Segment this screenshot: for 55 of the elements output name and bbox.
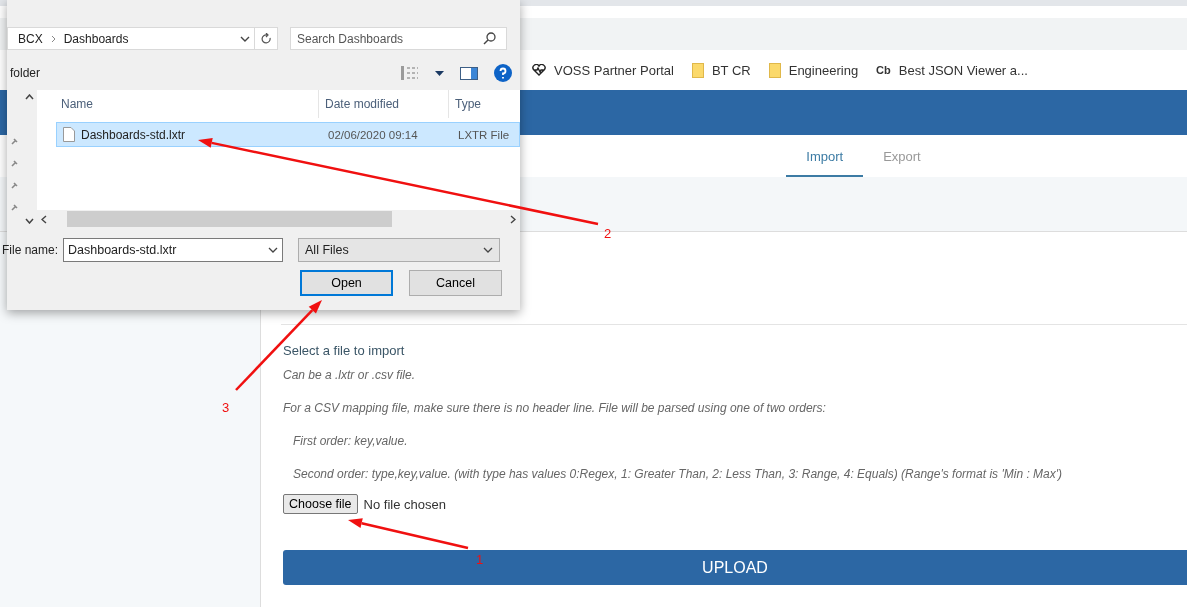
dropdown-icon[interactable] — [435, 70, 444, 76]
column-header[interactable]: Date modified — [319, 90, 449, 118]
help-text: First order: key,value. — [292, 434, 409, 448]
pin-icon — [10, 182, 18, 190]
file-date: 02/06/2020 09:14 — [328, 128, 419, 141]
horizontal-scrollbar[interactable] — [37, 210, 520, 228]
breadcrumb-item[interactable]: BCX — [18, 31, 43, 46]
file-type-dropdown[interactable]: All Files — [298, 238, 501, 262]
annotation-number: 1 — [476, 552, 484, 567]
annotation-number: 3 — [222, 400, 230, 415]
help-text: Second order: type,key,value. (with type has values 0:Regex, 1: Greater Than, 2: Less Than, 3: Range, 4: Equals) (Range's format is 'Min : Max') — [292, 467, 1064, 481]
new-folder-button[interactable]: folder — [10, 66, 41, 80]
scroll-down-icon[interactable] — [24, 218, 34, 224]
help-icon[interactable] — [494, 64, 512, 82]
dropdown-icon[interactable] — [240, 35, 250, 42]
column-header[interactable]: Name — [37, 90, 319, 118]
scroll-right-icon[interactable] — [510, 214, 516, 224]
section-title: Select a file to import — [283, 343, 406, 358]
file-status: No file chosen — [363, 496, 446, 512]
dialog-button[interactable]: Open — [300, 270, 393, 296]
file-type: LXTR File — [458, 128, 510, 141]
file-name: Dashboards-std.lxtr — [81, 127, 186, 142]
dropdown-icon[interactable] — [268, 247, 279, 253]
search-field[interactable]: Search Dashboards — [290, 27, 507, 50]
preview-pane-icon[interactable] — [460, 66, 478, 80]
chevron-icon — [50, 34, 56, 43]
pin-icon — [10, 138, 18, 146]
help-text: Can be a .lxtr or .csv file. — [283, 368, 417, 382]
dialog-button[interactable]: Cancel — [409, 270, 502, 296]
breadcrumb-item[interactable]: Dashboards — [63, 31, 129, 46]
bookmark-link[interactable]: Best JSON Viewer a... — [898, 62, 1028, 78]
document-icon — [63, 127, 75, 142]
bookmark-link[interactable]: Engineering — [788, 62, 859, 78]
file-row[interactable]: Dashboards-std.lxtr 02/06/2020 09:14 LXTR File — [56, 122, 520, 147]
scroll-left-icon[interactable] — [41, 214, 47, 224]
folder-icon — [768, 62, 781, 78]
bookmark-logo: Cb — [876, 64, 891, 76]
help-text: For a CSV mapping file, make sure there is no header line. File will be parsed using one of two orders: — [283, 401, 827, 415]
heartbeat-icon — [532, 64, 546, 76]
refresh-button[interactable] — [255, 27, 278, 50]
search-icon — [483, 32, 496, 45]
folder-icon — [691, 62, 704, 78]
refresh-icon — [260, 32, 272, 45]
bookmark-link[interactable]: VOSS Partner Portal — [554, 62, 674, 78]
pin-icon — [10, 204, 18, 212]
column-header[interactable]: Type — [449, 90, 481, 118]
file-name-field[interactable]: Dashboards-std.lxtr — [63, 238, 284, 262]
breadcrumb-bar[interactable]: BCX Dashboards — [7, 27, 255, 50]
annotation-number: 2 — [604, 226, 612, 241]
scroll-up-icon[interactable] — [24, 94, 34, 100]
bookmark-link[interactable]: BT CR — [711, 62, 751, 78]
choose-file-button[interactable]: Choose file — [283, 494, 358, 514]
pin-icon — [10, 160, 18, 168]
field-label: File name: — [2, 243, 59, 257]
dropdown-icon — [483, 247, 494, 253]
